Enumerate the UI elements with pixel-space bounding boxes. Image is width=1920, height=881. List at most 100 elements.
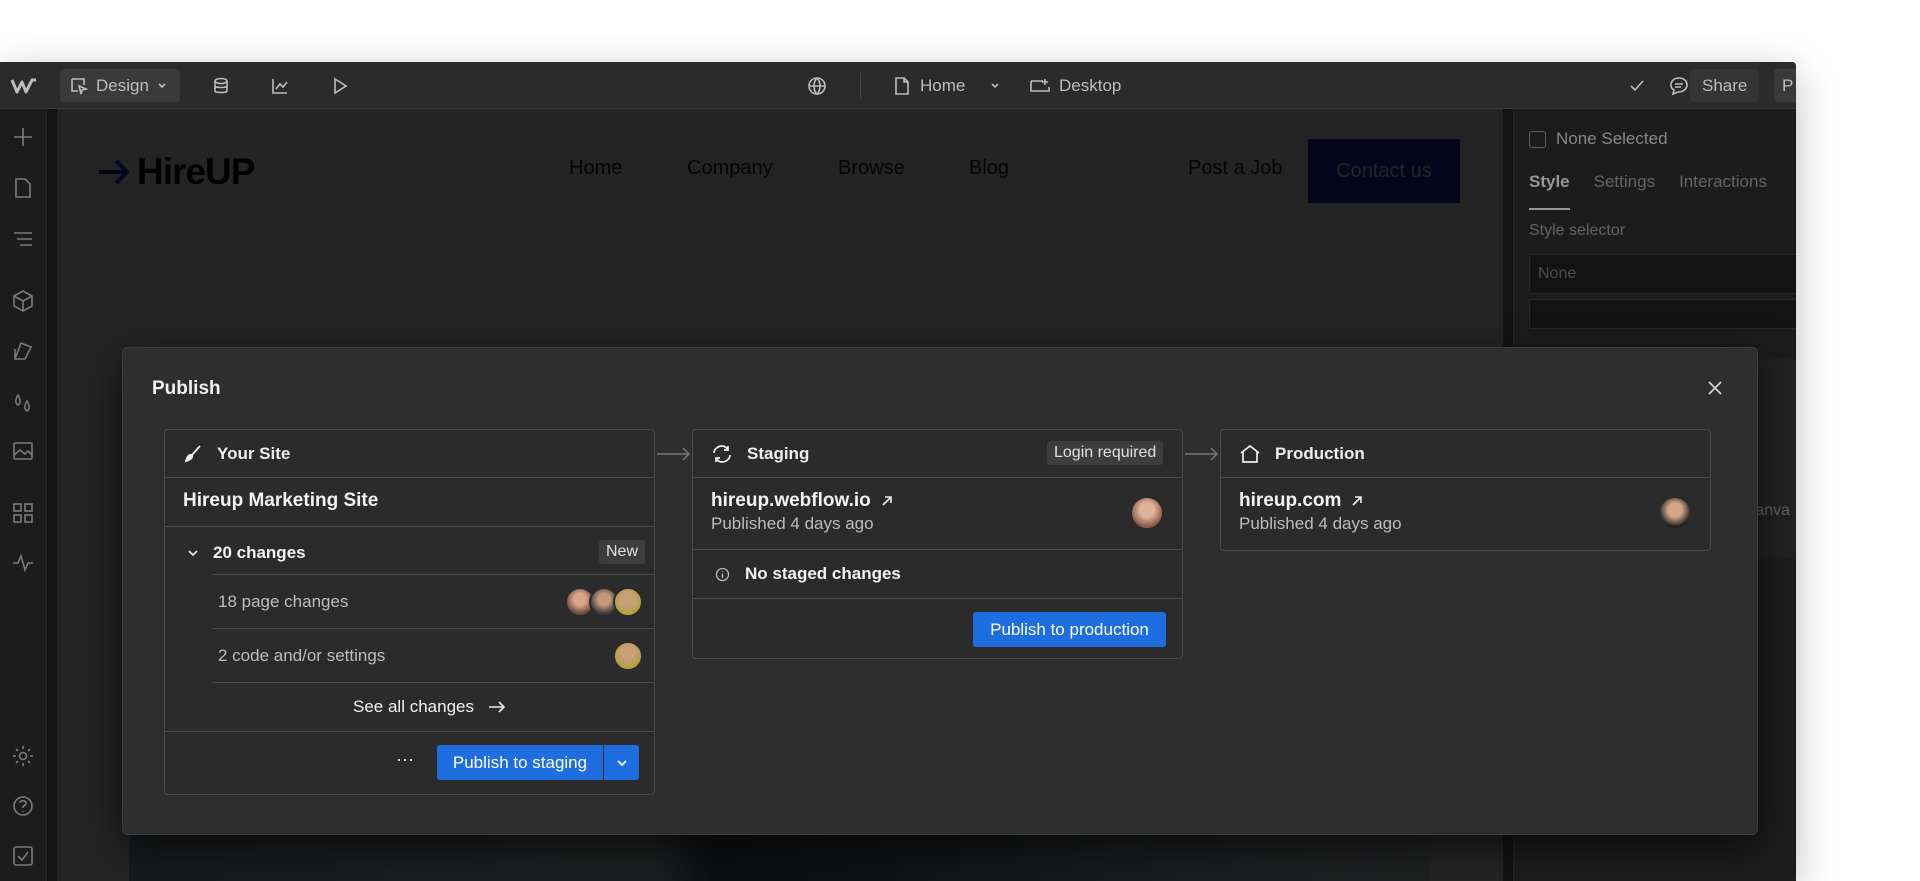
nav-link-blog[interactable]: Blog: [969, 157, 1009, 180]
page-changes-label[interactable]: 18 page changes: [218, 592, 348, 612]
publish-button[interactable]: P: [1774, 69, 1796, 102]
site-logo[interactable]: HireUP: [97, 151, 255, 193]
no-staged-changes: No staged changes: [715, 564, 901, 584]
staging-domain: hireup.webflow.io: [711, 490, 871, 511]
selection-checkbox[interactable]: [1529, 130, 1546, 148]
production-published: Published 4 days ago: [1239, 514, 1402, 533]
globe-icon[interactable]: [807, 62, 827, 109]
nav-link-company[interactable]: Company: [687, 157, 773, 180]
comment-icon[interactable]: [1669, 62, 1689, 109]
new-badge: New: [599, 540, 646, 564]
settings-gear-icon[interactable]: [11, 744, 35, 768]
avatar: [613, 641, 643, 671]
external-link-icon: [882, 496, 892, 506]
tab-interactions[interactable]: Interactions: [1679, 172, 1767, 210]
divider: [212, 574, 654, 575]
divider: [693, 549, 1182, 550]
panel-tabs: Style Settings Interactions: [1529, 172, 1767, 210]
chevron-down-icon: [991, 82, 999, 88]
components-icon[interactable]: [11, 289, 35, 313]
staging-domain-link[interactable]: hireup.webflow.io: [711, 490, 893, 512]
your-site-heading: Your Site: [217, 443, 291, 463]
pages-icon[interactable]: [11, 176, 35, 200]
assets-icon[interactable]: [11, 439, 35, 463]
selection-label: None Selected: [1556, 129, 1668, 148]
brush-icon: [184, 444, 201, 462]
publish-to-production-button[interactable]: Publish to production: [973, 612, 1166, 647]
design-mode-label: Design: [96, 75, 149, 95]
design-mode-button[interactable]: Design: [60, 69, 180, 102]
avatar: [1130, 496, 1164, 530]
left-sidebar: [0, 109, 47, 881]
nav-link-browse[interactable]: Browse: [838, 157, 905, 180]
avatar: [1658, 496, 1692, 530]
breakpoint-selector[interactable]: Desktop: [1029, 62, 1121, 109]
staging-heading: Staging: [747, 443, 810, 463]
see-all-label: See all changes: [353, 697, 474, 716]
play-icon[interactable]: [330, 62, 350, 109]
arrow-right-icon: [657, 447, 691, 461]
variables-icon[interactable]: [11, 391, 35, 415]
home-icon: [1240, 444, 1260, 463]
nav-link-home[interactable]: Home: [569, 157, 622, 180]
page-icon: [895, 76, 909, 95]
style-selector-input[interactable]: None: [1529, 254, 1796, 294]
divider: [212, 682, 654, 683]
sync-icon: [713, 444, 731, 463]
style-selector-secondary[interactable]: [1529, 299, 1796, 329]
login-required-badge: Login required: [1047, 441, 1164, 465]
add-icon[interactable]: [11, 125, 35, 149]
chevron-down-icon: [616, 759, 627, 766]
divider: [165, 731, 654, 732]
selection-indicator: None Selected: [1529, 129, 1668, 149]
toolbar-divider: [860, 73, 861, 99]
cursor-icon: [71, 77, 88, 94]
chart-icon[interactable]: [270, 62, 290, 109]
post-job-link[interactable]: Post a Job: [1188, 157, 1283, 180]
production-domain-link[interactable]: hireup.com: [1239, 490, 1363, 512]
share-button[interactable]: Share: [1690, 69, 1760, 102]
see-all-changes-link[interactable]: See all changes: [353, 697, 506, 717]
code-changes-label[interactable]: 2 code and/or settings: [218, 646, 385, 666]
chevron-down-icon: [188, 550, 198, 557]
site-logo-text: HireUP: [137, 151, 255, 192]
production-domain: hireup.com: [1239, 490, 1342, 511]
external-link-icon: [1352, 496, 1363, 506]
top-toolbar: Design Home Desktop Share P: [0, 62, 1796, 109]
designer-window: Design Home Desktop Share P HireUP Home …: [0, 62, 1796, 881]
more-options-button[interactable]: ···: [396, 749, 414, 770]
tab-settings[interactable]: Settings: [1594, 172, 1655, 210]
audit-checkbox-icon[interactable]: [11, 844, 35, 868]
publish-modal: Publish Your Site Hireup Marketing Site …: [122, 347, 1758, 835]
production-header: Production: [1221, 430, 1710, 478]
navigator-icon[interactable]: [11, 227, 35, 251]
divider: [165, 526, 654, 527]
help-icon[interactable]: [11, 794, 35, 818]
staging-published: Published 4 days ago: [711, 514, 874, 533]
close-icon[interactable]: [1704, 377, 1726, 399]
webflow-logo-icon[interactable]: [10, 62, 38, 109]
divider: [693, 598, 1182, 599]
your-site-card: Your Site Hireup Marketing Site 20 chang…: [164, 429, 655, 795]
breakpoint-label: Desktop: [1059, 75, 1122, 95]
checkmark-icon[interactable]: [1628, 62, 1646, 109]
your-site-header: Your Site: [165, 430, 654, 478]
desktop-icon: [1030, 78, 1050, 92]
tab-style[interactable]: Style: [1529, 172, 1570, 210]
contact-us-button[interactable]: Contact us: [1308, 139, 1460, 203]
staging-card: Staging Login required hireup.webflow.io…: [692, 429, 1183, 659]
production-heading: Production: [1275, 443, 1365, 463]
changes-count: 20 changes: [213, 543, 306, 562]
modal-title: Publish: [152, 378, 221, 399]
apps-icon[interactable]: [11, 501, 35, 525]
changes-toggle[interactable]: 20 changes: [187, 543, 306, 563]
publish-options-dropdown[interactable]: [604, 745, 639, 780]
production-card: Production hireup.com Published 4 days a…: [1220, 429, 1711, 551]
database-icon[interactable]: [211, 62, 231, 109]
publish-to-staging-button[interactable]: Publish to staging: [437, 745, 603, 780]
styles-icon[interactable]: [11, 339, 35, 363]
style-selector-label: Style selector: [1529, 222, 1626, 239]
page-selector[interactable]: Home: [894, 62, 1001, 109]
activity-icon[interactable]: [11, 551, 35, 575]
page-label: Home: [920, 75, 966, 95]
